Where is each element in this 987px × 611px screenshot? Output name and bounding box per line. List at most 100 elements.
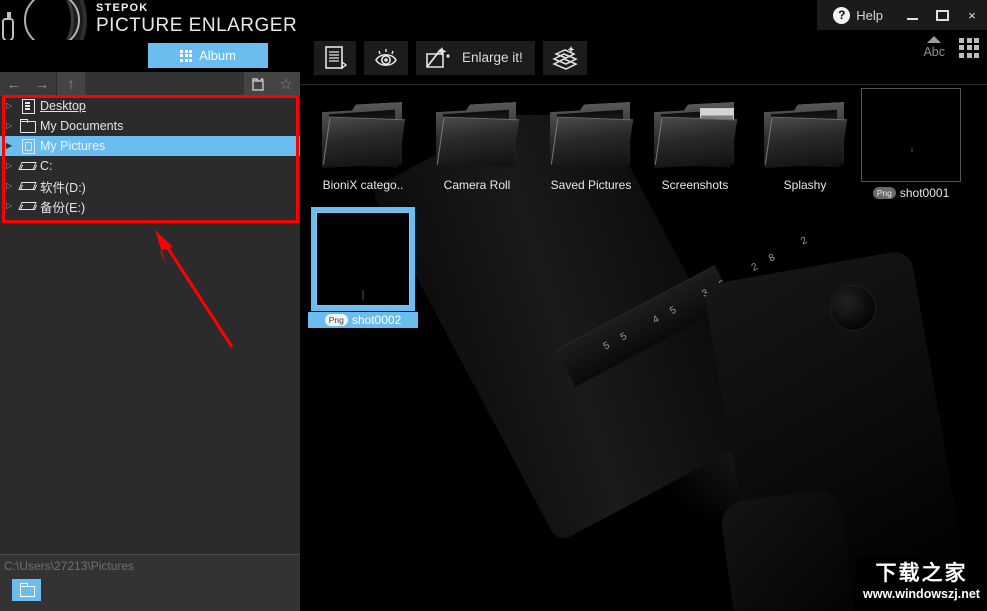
disk-icon [20, 159, 35, 173]
enlarge-button[interactable]: Enlarge it! [416, 40, 535, 75]
app-logo: STEPOK PICTURE ENLARGER [0, 0, 300, 40]
folder-icon [762, 98, 848, 174]
fish-stick-shape [362, 290, 365, 301]
expander-icon[interactable]: ▶ [6, 142, 15, 150]
arrow-right-icon: → [34, 75, 50, 93]
watermark-text: 下载之家 [875, 561, 968, 585]
tree-item-label: My Documents [40, 119, 124, 133]
expander-icon[interactable]: ▷ [6, 182, 15, 190]
fish-image [896, 120, 926, 152]
item-name: Screenshots [661, 178, 729, 192]
item-label-row: Saved Pictures [536, 178, 646, 192]
current-path: C:\Users\27213\Pictures [4, 559, 135, 573]
maximize-button[interactable] [927, 0, 957, 30]
disk-icon [20, 179, 35, 193]
folder-front-shape [550, 116, 634, 168]
tree-item-my-pictures[interactable]: ▶ My Pictures [0, 136, 300, 156]
sort-button[interactable]: Abc [923, 36, 945, 59]
folder-item[interactable]: Splashy [750, 92, 860, 192]
item-name: Camera Roll [443, 178, 511, 192]
new-folder-icon [251, 78, 264, 91]
folder-item[interactable]: Screenshots [640, 92, 750, 192]
toolbar-right-controls: Abc [923, 36, 979, 59]
magic-wand-icon [426, 46, 450, 68]
new-folder-button[interactable] [244, 72, 272, 96]
watermark-url: www.windowszj.net [863, 587, 980, 601]
image-item[interactable]: Png shot0001 [856, 88, 966, 200]
album-button[interactable]: Album [148, 43, 268, 68]
folder-icon [652, 98, 738, 174]
folder-tree[interactable]: ▷ Desktop ▷ My Documents ▶ My Pictures ▷ C: ▷ 软件(… [0, 96, 300, 216]
folder-item[interactable]: BioniX catego.. [308, 92, 418, 192]
expander-icon[interactable]: ▷ [6, 162, 15, 170]
tree-item-my-documents[interactable]: ▷ My Documents [0, 116, 300, 136]
app-window: STEPOK PICTURE ENLARGER ? Help × Album ←… [0, 0, 987, 611]
tree-item-desktop[interactable]: ▷ Desktop [0, 96, 300, 116]
item-label-row: Png shot0002 [308, 312, 418, 328]
preview-button[interactable] [364, 40, 408, 75]
item-name: Splashy [783, 178, 827, 192]
fish-image [326, 222, 400, 301]
status-bar: C:\Users\27213\Pictures [0, 554, 300, 611]
folder-front-shape [764, 116, 848, 168]
enlarge-button-label: Enlarge it! [462, 50, 523, 65]
item-name: BioniX catego.. [322, 178, 404, 192]
back-button[interactable]: ← [0, 72, 28, 96]
image-item[interactable]: Png shot0002 [308, 212, 418, 328]
question-circle-icon: ? [833, 6, 851, 24]
help-button[interactable]: ? Help [829, 0, 897, 30]
view-grid-button[interactable] [959, 37, 979, 58]
image-thumbnail [316, 212, 410, 306]
tree-item-e[interactable]: ▷ 备份(E:) [0, 196, 300, 216]
minimize-icon [906, 17, 918, 20]
expander-icon[interactable]: ▷ [6, 102, 15, 110]
item-label-row: BioniX catego.. [308, 178, 418, 192]
app-title: PICTURE ENLARGER [96, 15, 298, 36]
watermark: 下载之家 www.windowszj.net [856, 558, 987, 611]
open-folder-button[interactable] [12, 579, 41, 601]
folder-icon [548, 98, 634, 174]
expander-icon[interactable]: ▷ [6, 122, 15, 130]
favorite-button[interactable]: ☆ [272, 72, 300, 96]
logo-text: STEPOK PICTURE ENLARGER [96, 2, 297, 37]
star-icon: ☆ [279, 76, 293, 93]
batch-button[interactable] [542, 40, 587, 75]
file-list-button[interactable] [314, 40, 356, 75]
up-button[interactable]: ↑ [57, 72, 85, 96]
expander-icon[interactable]: ▷ [6, 202, 15, 210]
file-type-badge: Png [324, 314, 348, 326]
folder-front-shape [436, 116, 520, 168]
toolbar-divider [300, 84, 987, 85]
eye-icon [375, 48, 397, 66]
close-icon: × [968, 7, 976, 23]
help-label: Help [856, 7, 883, 23]
tree-item-d[interactable]: ▷ 软件(D:) [0, 176, 300, 196]
image-thumbnail [861, 88, 961, 182]
window-controls: ? Help × [817, 0, 987, 30]
main-toolbar: Enlarge it! Abc [300, 30, 987, 85]
pictures-icon [20, 139, 35, 154]
file-grid[interactable]: BioniX catego.. Camera Roll Saved Pictures… [300, 86, 987, 611]
content-area: 55 45 35 28 2 [300, 30, 987, 611]
folder-front-shape [322, 116, 406, 168]
disk-icon [20, 199, 35, 213]
folder-icon [20, 119, 36, 133]
address-field[interactable] [85, 72, 244, 96]
minimize-button[interactable] [897, 0, 927, 30]
folder-item[interactable]: Camera Roll [422, 92, 532, 192]
tree-item-label: My Pictures [40, 139, 106, 153]
logo-inner-ring-icon [24, 0, 80, 40]
folder-item[interactable]: Saved Pictures [536, 92, 646, 192]
brand-name: STEPOK [96, 2, 149, 14]
item-name: Saved Pictures [550, 178, 632, 192]
open-folder-icon [20, 583, 35, 597]
arrow-left-icon: ← [6, 75, 22, 93]
file-type-badge: Png [872, 187, 896, 199]
tree-item-label: Desktop [40, 99, 86, 113]
folder-icon [320, 98, 406, 174]
forward-button[interactable]: → [28, 72, 56, 96]
close-button[interactable]: × [957, 0, 987, 30]
desktop-icon [20, 99, 35, 114]
sort-label: Abc [923, 45, 945, 59]
tree-item-c[interactable]: ▷ C: [0, 156, 300, 176]
